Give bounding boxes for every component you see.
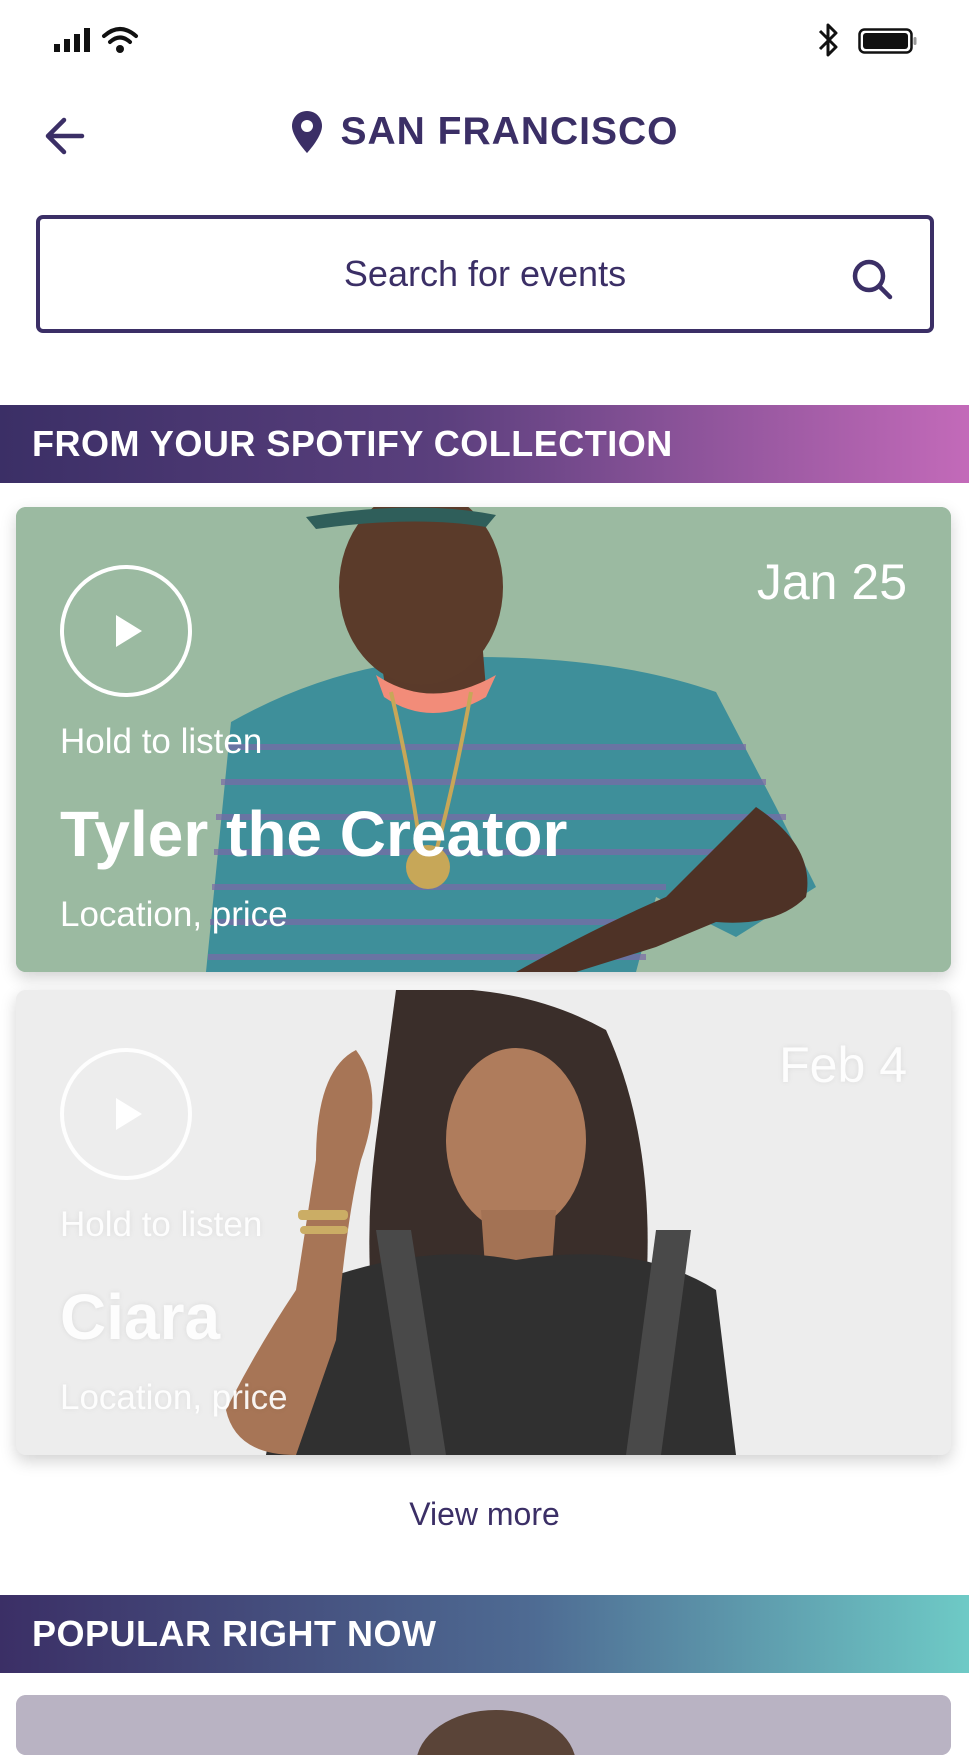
event-card[interactable]: Jan 25 Hold to listen Tyler the Creator … bbox=[16, 507, 951, 972]
artist-name: Tyler the Creator bbox=[60, 798, 568, 870]
event-date: Feb 4 bbox=[779, 1037, 907, 1093]
signal-icon bbox=[54, 28, 90, 52]
event-meta: Location, price bbox=[60, 1378, 288, 1417]
event-card[interactable]: Feb 4 Hold to listen Ciara Location, pri… bbox=[16, 990, 951, 1455]
section-banner-popular: POPULAR RIGHT NOW bbox=[0, 1595, 969, 1673]
location-pin-icon bbox=[292, 111, 323, 153]
section-title: POPULAR RIGHT NOW bbox=[32, 1613, 437, 1654]
play-icon bbox=[116, 1098, 142, 1130]
bluetooth-icon bbox=[818, 23, 838, 57]
event-card[interactable] bbox=[16, 1695, 951, 1755]
event-date: Jan 25 bbox=[756, 554, 907, 610]
section-title: FROM YOUR SPOTIFY COLLECTION bbox=[32, 423, 673, 464]
hold-to-listen-label: Hold to listen bbox=[60, 1205, 263, 1244]
view-more-link[interactable]: View more bbox=[0, 1496, 969, 1533]
back-button[interactable] bbox=[36, 108, 92, 164]
play-preview-button[interactable] bbox=[60, 1048, 192, 1180]
search-icon[interactable] bbox=[850, 257, 894, 301]
status-bar bbox=[0, 0, 969, 90]
search-bar bbox=[36, 215, 934, 333]
location-label: SAN FRANCISCO bbox=[340, 110, 679, 153]
hold-to-listen-label: Hold to listen bbox=[60, 722, 263, 761]
arrow-left-icon bbox=[45, 117, 85, 155]
battery-icon bbox=[858, 28, 917, 54]
artist-photo bbox=[16, 1695, 951, 1755]
section-banner-spotify: FROM YOUR SPOTIFY COLLECTION bbox=[0, 405, 969, 483]
play-icon bbox=[116, 615, 142, 647]
wifi-icon bbox=[102, 27, 138, 53]
event-meta: Location, price bbox=[60, 895, 288, 934]
artist-name: Ciara bbox=[60, 1281, 221, 1353]
search-input[interactable] bbox=[40, 219, 930, 329]
play-preview-button[interactable] bbox=[60, 565, 192, 697]
location-header: SAN FRANCISCO bbox=[0, 100, 969, 164]
